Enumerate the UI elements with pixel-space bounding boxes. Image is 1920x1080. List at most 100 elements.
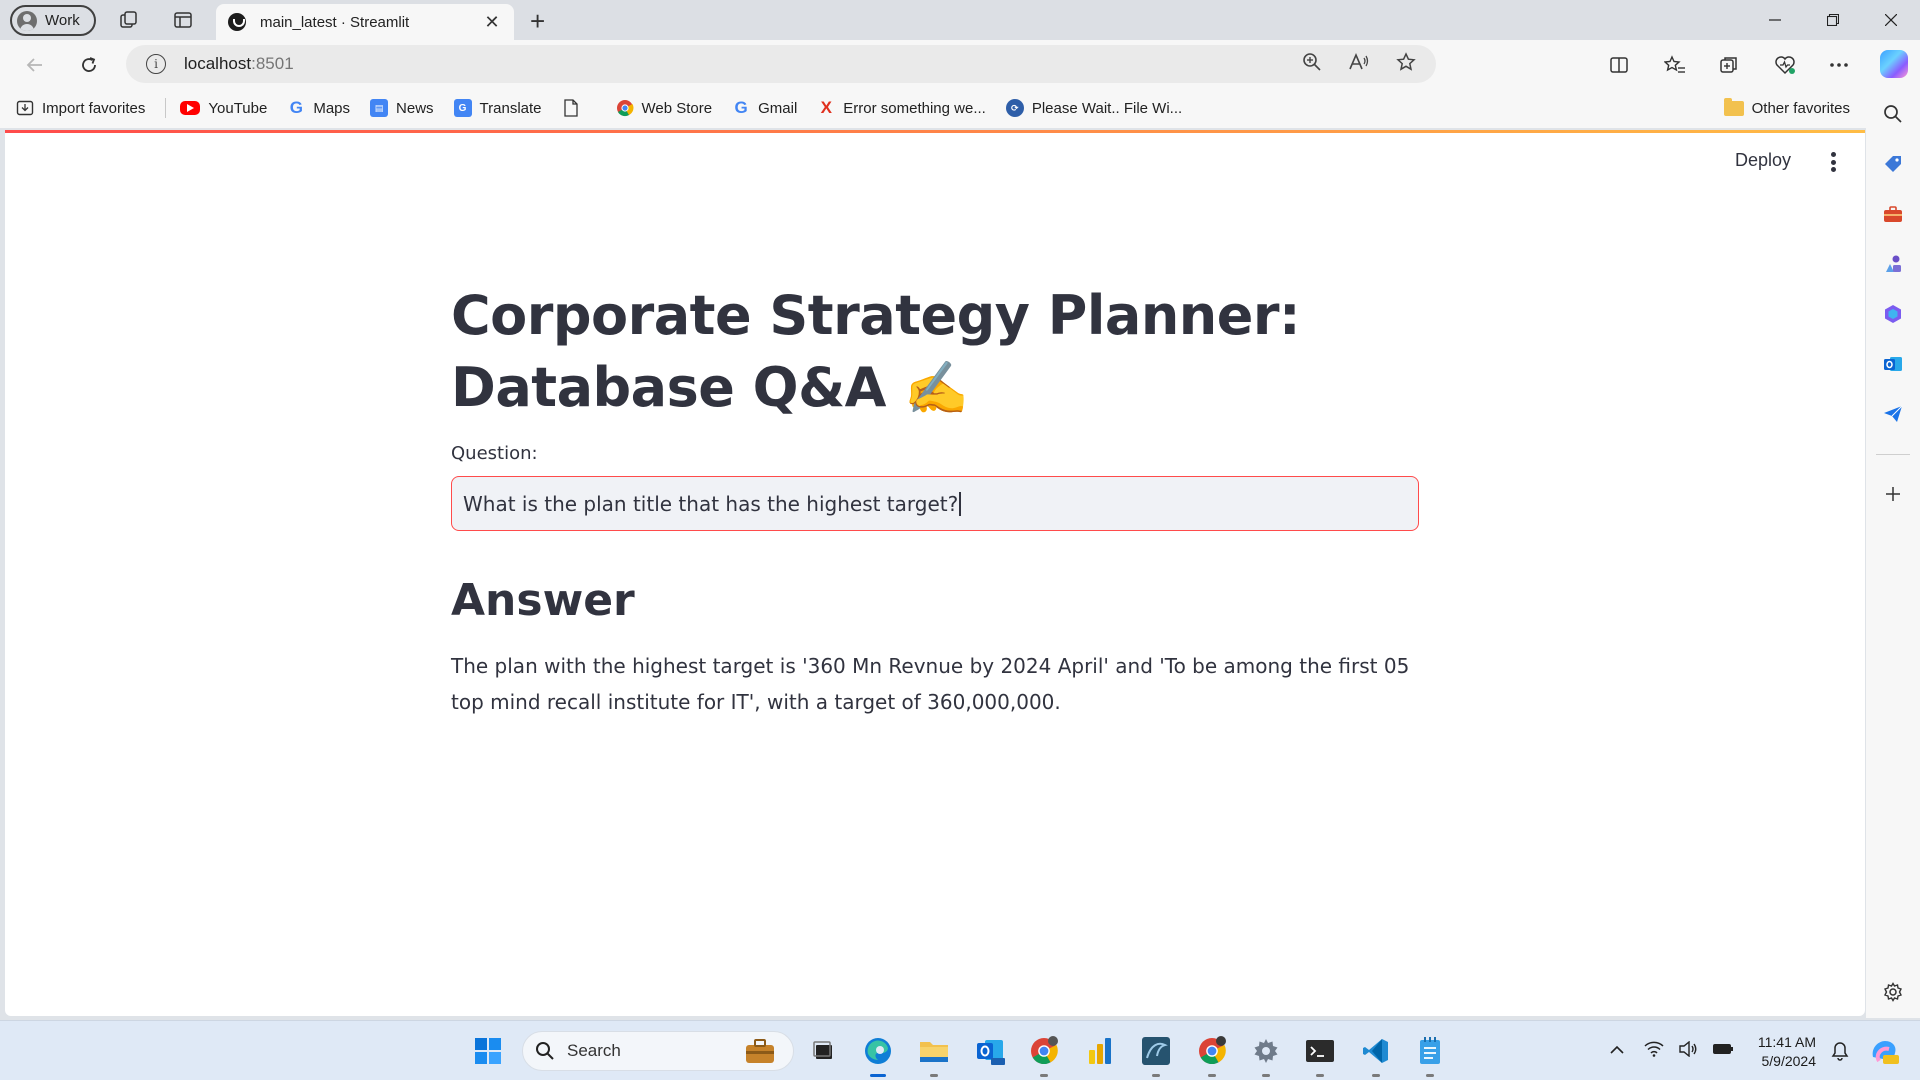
title-line-2: Database Q&A [451, 356, 886, 419]
notepad-icon[interactable] [1412, 1033, 1448, 1077]
fav-label: Web Store [641, 99, 713, 117]
notification-bell-icon[interactable] [1822, 1033, 1858, 1069]
windows-taskbar: Search 11:41 AM 5/9/2024 [0, 1020, 1920, 1080]
tools-icon[interactable] [1881, 202, 1905, 226]
split-screen-icon[interactable] [1606, 52, 1632, 78]
terminal-icon[interactable] [1302, 1033, 1338, 1077]
fav-label: Gmail [758, 99, 798, 117]
refresh-icon[interactable] [76, 52, 102, 78]
browser-essentials-icon[interactable] [1772, 52, 1798, 78]
fav-news[interactable]: ▤ News [370, 99, 434, 117]
other-favorites[interactable]: Other favorites [1723, 88, 1850, 128]
answer-heading: Answer [451, 575, 635, 626]
fav-youtube[interactable]: YouTube [180, 100, 267, 117]
favorites-bar: Import favorites YouTube G Maps ▤ News G… [0, 88, 1880, 128]
fav-gmail[interactable]: G Gmail [732, 98, 798, 117]
question-input[interactable]: What is the plan title that has the high… [451, 476, 1419, 531]
edge-taskbar-icon[interactable] [860, 1033, 896, 1077]
clock-date: 5/9/2024 [1761, 1053, 1817, 1069]
address-bar[interactable]: i localhost:8501 [126, 45, 1436, 83]
vscode-icon[interactable] [1358, 1033, 1394, 1077]
profile-label: Work [45, 12, 80, 29]
running-indicator [1262, 1074, 1270, 1077]
back-arrow-icon[interactable] [22, 52, 48, 78]
running-indicator [1426, 1074, 1434, 1077]
favorites-icon[interactable] [1662, 52, 1688, 78]
mysql-workbench-icon[interactable] [1138, 1033, 1174, 1077]
fav-page[interactable] [562, 99, 588, 117]
fav-translate[interactable]: G Translate [453, 99, 542, 117]
writing-hand-emoji-icon: ✍️ [904, 359, 969, 419]
x-logo-icon: X [820, 98, 832, 117]
profile-avatar-icon [17, 10, 37, 31]
running-indicator [1040, 1074, 1048, 1077]
wifi-icon[interactable] [1644, 1041, 1664, 1062]
google-translate-icon: G [453, 99, 472, 117]
copilot-preview-icon[interactable] [1866, 1033, 1902, 1069]
fav-error-page[interactable]: X Error something we... [817, 98, 986, 117]
other-favorites-label: Other favorites [1751, 99, 1850, 117]
send-icon[interactable] [1881, 402, 1905, 426]
file-explorer-icon[interactable] [916, 1033, 952, 1077]
games-icon[interactable] [1881, 252, 1905, 276]
copilot-icon[interactable] [1880, 50, 1908, 78]
file-share-icon: ⟳ [1005, 99, 1024, 117]
power-bi-icon[interactable] [1082, 1033, 1118, 1069]
running-indicator [1316, 1074, 1324, 1077]
url-port: :8501 [251, 54, 294, 73]
battery-icon[interactable] [1712, 1042, 1734, 1061]
deploy-button[interactable]: Deploy [1723, 144, 1803, 177]
chrome-icon[interactable] [1026, 1033, 1062, 1077]
taskbar-clock[interactable]: 11:41 AM 5/9/2024 [1750, 1033, 1816, 1071]
fav-label: News [396, 99, 434, 117]
streamlit-app: Deploy Corporate Strategy Planner: Datab… [5, 130, 1865, 1016]
chrome-profile-icon[interactable] [1194, 1033, 1230, 1077]
new-tab-button[interactable]: + [530, 6, 545, 37]
restore-icon[interactable] [1804, 0, 1862, 40]
vertical-tabs-icon[interactable] [172, 9, 194, 31]
shopping-tag-icon[interactable] [1881, 152, 1905, 176]
folder-icon [1723, 97, 1744, 116]
settings-app-icon[interactable] [1248, 1033, 1284, 1077]
tab-main-latest[interactable]: main_latest · Streamlit ✕ [216, 4, 514, 40]
windows-start-icon[interactable] [470, 1033, 506, 1069]
settings-gear-icon[interactable] [1881, 980, 1905, 1004]
outlook-new-icon[interactable] [972, 1033, 1008, 1069]
zoom-icon[interactable] [1302, 52, 1322, 77]
sidebar-divider [1876, 454, 1910, 455]
running-indicator [930, 1074, 938, 1077]
volume-icon[interactable] [1678, 1040, 1698, 1062]
microsoft-365-icon[interactable] [1881, 302, 1905, 326]
clock-time: 11:41 AM [1757, 1034, 1816, 1050]
read-aloud-icon[interactable] [1348, 52, 1370, 77]
task-view-icon[interactable] [806, 1033, 842, 1069]
main-menu-kebab-icon[interactable] [1823, 150, 1843, 174]
close-window-icon[interactable] [1862, 0, 1920, 40]
add-icon[interactable] [1881, 482, 1905, 506]
profile-button[interactable]: Work [10, 5, 96, 36]
show-hidden-icons-chevron-icon[interactable] [1610, 1042, 1624, 1060]
search-icon[interactable] [1881, 102, 1905, 126]
favorite-star-icon[interactable] [1396, 51, 1416, 77]
google-news-icon: ▤ [370, 99, 389, 117]
running-indicator [1372, 1074, 1380, 1077]
fav-web-store[interactable]: Web Store [616, 99, 713, 117]
fav-label: Maps [313, 99, 351, 117]
tab-close-icon[interactable]: ✕ [482, 12, 502, 33]
fav-label: Error something we... [843, 99, 986, 117]
workspaces-icon[interactable] [118, 9, 140, 31]
fav-please-wait[interactable]: ⟳ Please Wait.. File Wi... [1005, 99, 1182, 117]
fav-label: YouTube [208, 99, 268, 117]
fav-import-favorites[interactable]: Import favorites [16, 99, 145, 117]
collections-icon[interactable] [1716, 52, 1742, 78]
more-options-icon[interactable] [1826, 52, 1852, 78]
taskbar-search[interactable]: Search [522, 1031, 794, 1071]
running-indicator [1208, 1074, 1216, 1077]
youtube-icon [180, 101, 201, 115]
minimize-icon[interactable] [1746, 0, 1804, 40]
briefcase-widget-icon [746, 1039, 774, 1063]
fav-maps[interactable]: G Maps [287, 98, 351, 117]
site-info-icon[interactable]: i [146, 54, 166, 74]
page-title: Corporate Strategy Planner: Database Q&A… [451, 280, 1419, 425]
outlook-icon[interactable] [1881, 352, 1905, 376]
